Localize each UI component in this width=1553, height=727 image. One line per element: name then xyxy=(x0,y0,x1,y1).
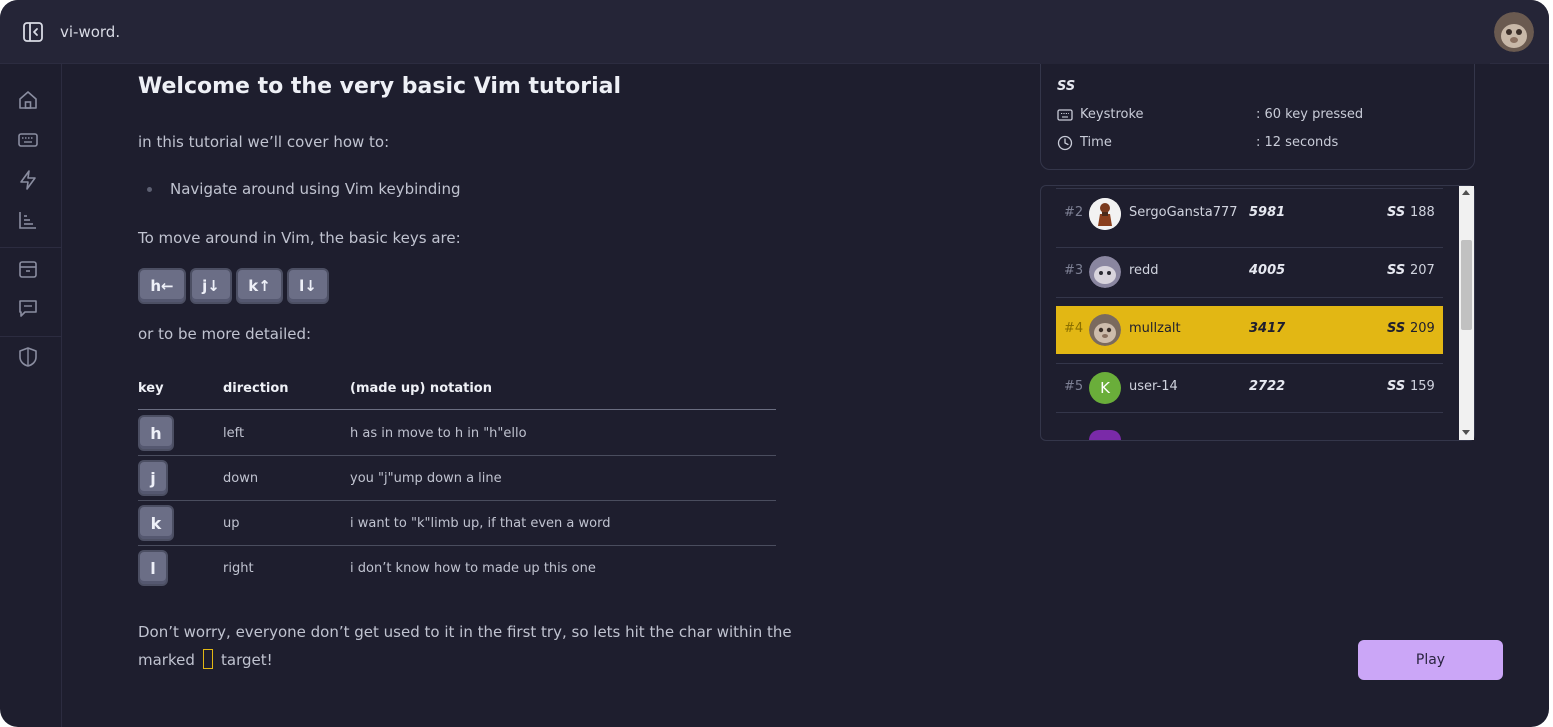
time-label: Time xyxy=(1080,135,1112,150)
leaderboard-ss: SS xyxy=(1387,263,1406,278)
shield-icon[interactable] xyxy=(17,346,39,368)
keycap-j: j↓ xyxy=(190,268,232,304)
app-window: vi-word. Welcome to the very basic Vim t… xyxy=(0,0,1549,727)
leaderboard-rank: #2 xyxy=(1064,205,1084,220)
keystroke-label: Keystroke xyxy=(1080,107,1144,122)
table-header-direction: direction xyxy=(223,381,289,396)
leaderboard-username: mullzalt xyxy=(1129,321,1181,336)
time-value: : 12 seconds xyxy=(1256,135,1339,150)
leaderboard-ss: SS xyxy=(1387,379,1406,394)
table-header-rule xyxy=(138,409,776,410)
keycap-l: l↓ xyxy=(287,268,329,304)
top-bar-overlap xyxy=(1040,0,1490,64)
keycap-k: k↑ xyxy=(236,268,283,304)
table-header-notation: (made up) notation xyxy=(350,381,492,396)
sidebar-divider xyxy=(0,336,62,337)
table-row-rule xyxy=(138,455,776,456)
table-notation: i want to "k"limb up, if that even a wor… xyxy=(350,516,611,531)
table-direction: left xyxy=(223,426,245,441)
sidebar-collapse-icon[interactable] xyxy=(22,21,44,43)
clock-icon xyxy=(1057,135,1073,151)
intro-text: in this tutorial we’ll cover how to: xyxy=(138,133,390,151)
leaderboard-count: 207 xyxy=(1410,263,1435,278)
leaderboard-username: redd xyxy=(1129,263,1159,278)
keystroke-value: : 60 key pressed xyxy=(1256,107,1364,122)
leaderboard-score: 4005 xyxy=(1249,263,1286,278)
bullet-dot xyxy=(147,187,152,192)
leaderboard-rank: #4 xyxy=(1064,321,1084,336)
leaderboard-score: 5981 xyxy=(1249,205,1286,220)
scrollbar-thumb[interactable] xyxy=(1461,240,1472,330)
leaderboard-row[interactable]: #2 SergoGansta777 5981 SS 188 xyxy=(1056,190,1443,238)
page-title: Welcome to the very basic Vim tutorial xyxy=(138,74,622,99)
leaderboard-username: SergoGansta777 xyxy=(1129,205,1238,220)
ss-label: SS xyxy=(1057,79,1076,94)
play-button[interactable]: Play xyxy=(1358,640,1503,680)
leaderboard-separator xyxy=(1056,412,1443,413)
leaderboard-ss: SS xyxy=(1387,321,1406,336)
table-direction: up xyxy=(223,516,240,531)
table-header-key: key xyxy=(138,381,164,396)
table-notation: i don’t know how to made up this one xyxy=(350,561,596,576)
table-notation: h as in move to h in "h"ello xyxy=(350,426,527,441)
lightning-icon[interactable] xyxy=(17,169,39,191)
leaderboard-ss: SS xyxy=(1387,205,1406,220)
inbox-icon[interactable] xyxy=(17,258,39,280)
table-direction: right xyxy=(223,561,254,576)
leaderboard-row[interactable]: #5 K user-14 2722 SS 159 xyxy=(1056,364,1443,412)
app-title: vi-word. xyxy=(60,23,121,41)
leaderboard-rank: #5 xyxy=(1064,379,1084,394)
scroll-up-icon[interactable] xyxy=(1462,190,1470,195)
table-key-l: l xyxy=(138,550,168,586)
bullet-item: Navigate around using Vim keybinding xyxy=(170,180,461,198)
table-row-rule xyxy=(138,545,776,546)
leaderboard-row-current-user[interactable]: #4 mullzalt 3417 SS 209 xyxy=(1056,306,1443,354)
table-direction: down xyxy=(223,471,259,486)
user-avatar[interactable] xyxy=(1494,12,1534,52)
keyboard-icon[interactable] xyxy=(17,129,39,151)
leaderboard-count: 159 xyxy=(1410,379,1435,394)
avatar xyxy=(1089,256,1121,288)
avatar xyxy=(1089,314,1121,346)
sidebar xyxy=(0,64,62,727)
home-icon[interactable] xyxy=(17,89,39,111)
leaderboard-rank: #3 xyxy=(1064,263,1084,278)
keycap-h: h← xyxy=(138,268,186,304)
avatar xyxy=(1089,430,1121,440)
keyboard-icon xyxy=(1057,109,1073,121)
leaderboard-separator xyxy=(1056,297,1443,298)
chart-icon[interactable] xyxy=(17,209,39,231)
leaderboard-row[interactable]: #3 redd 4005 SS 207 xyxy=(1056,248,1443,296)
feedback-icon[interactable] xyxy=(17,297,39,319)
outro-text: Don’t worry, everyone don’t get used to … xyxy=(138,623,792,641)
table-notation: you "j"ump down a line xyxy=(350,471,502,486)
table-key-j: j xyxy=(138,460,168,496)
table-row-rule xyxy=(138,500,776,501)
sidebar-divider xyxy=(0,247,62,248)
outro-marked-text: marked xyxy=(138,651,195,669)
leaderboard-score: 2722 xyxy=(1249,379,1286,394)
leaderboard-count: 209 xyxy=(1410,321,1435,336)
detailed-intro-text: or to be more detailed: xyxy=(138,325,312,343)
avatar xyxy=(1089,198,1121,230)
leaderboard-separator xyxy=(1056,188,1443,189)
scroll-down-icon[interactable] xyxy=(1462,430,1470,435)
leaderboard-username: user-14 xyxy=(1129,379,1178,394)
keys-intro-text: To move around in Vim, the basic keys ar… xyxy=(138,229,461,247)
outro-target-text: target! xyxy=(221,651,273,669)
table-key-k: k xyxy=(138,505,174,541)
target-marker xyxy=(203,649,213,669)
table-key-h: h xyxy=(138,415,174,451)
avatar: K xyxy=(1089,372,1121,404)
leaderboard-score: 3417 xyxy=(1249,321,1286,336)
leaderboard-count: 188 xyxy=(1410,205,1435,220)
